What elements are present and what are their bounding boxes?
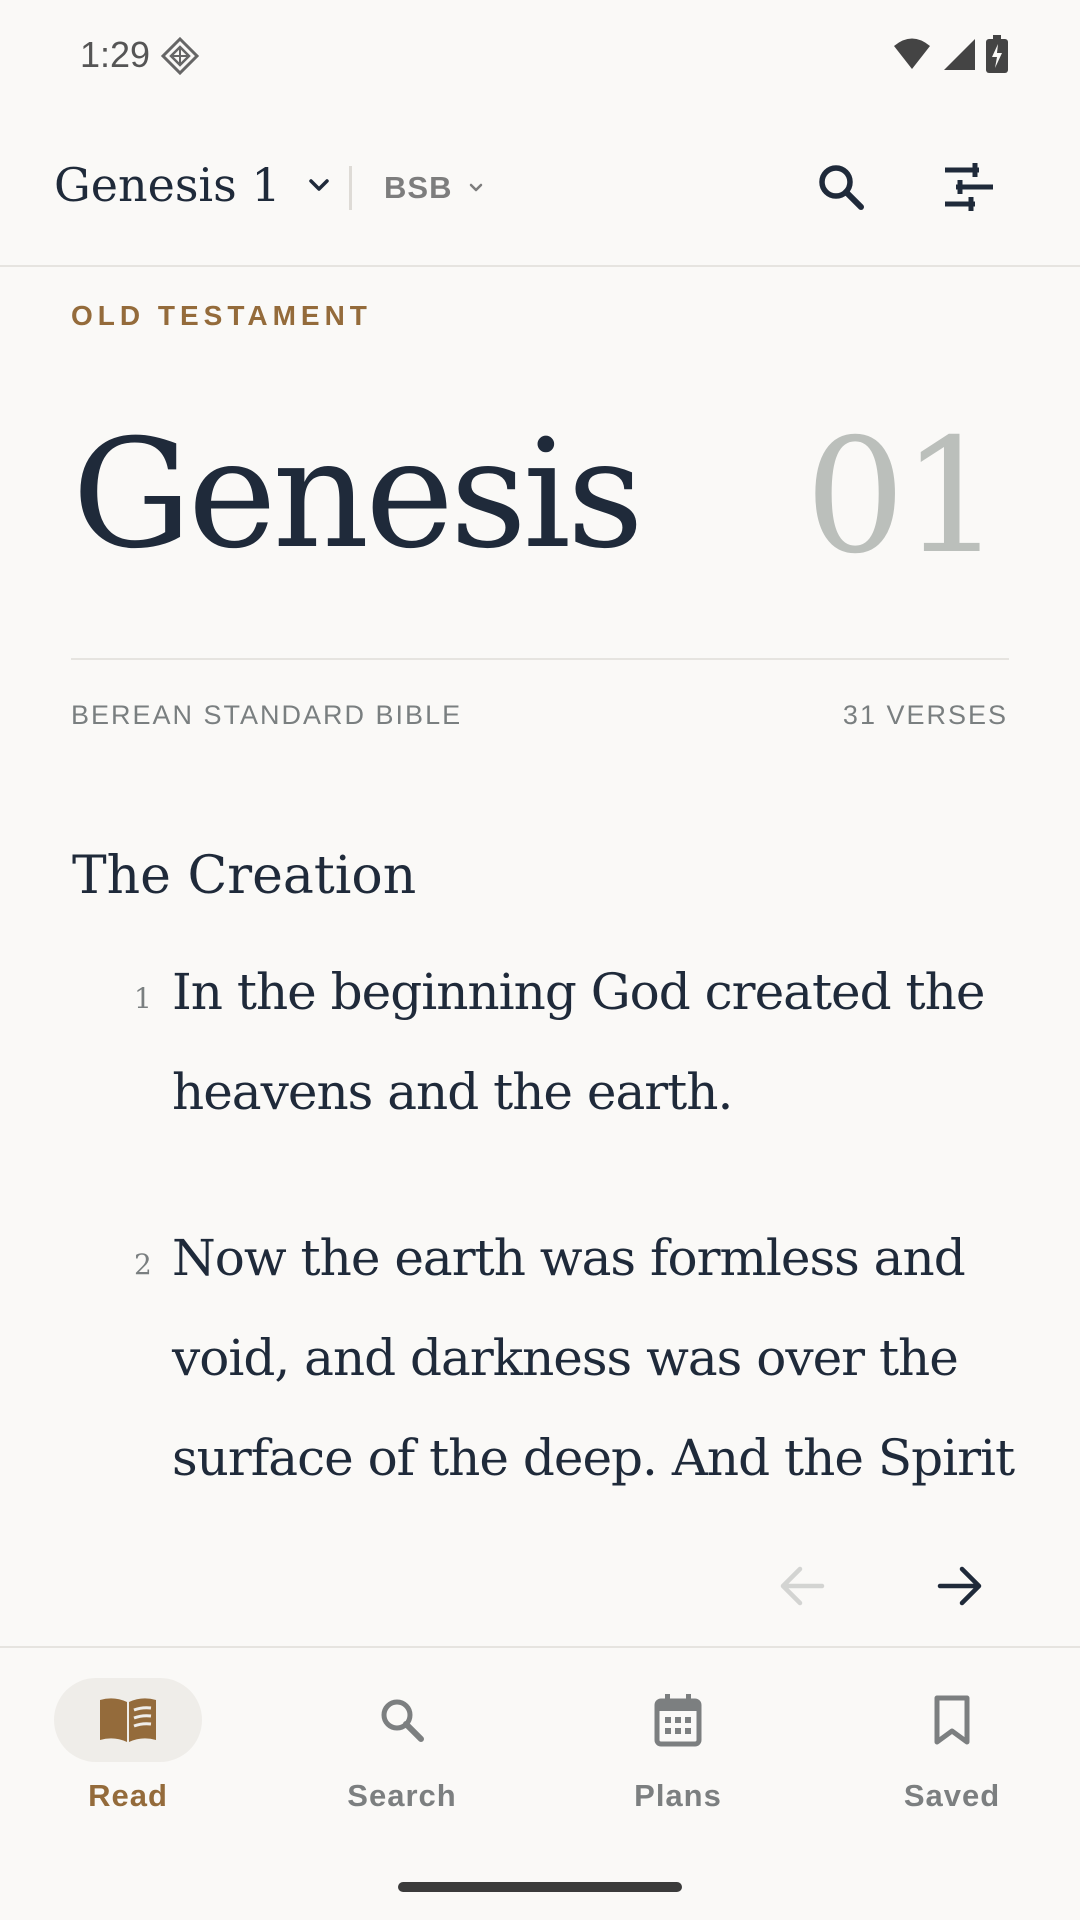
home-indicator[interactable] (398, 1882, 682, 1892)
battery-icon (986, 34, 1008, 78)
next-chapter-button[interactable] (920, 1558, 1000, 1618)
calendar-icon (648, 1690, 708, 1750)
book-title: Genesis (72, 408, 644, 582)
book-icon (98, 1690, 158, 1750)
book-chapter-label: Genesis 1 (54, 158, 281, 212)
translation-label: BSB (384, 170, 453, 205)
signal-icon (942, 37, 976, 76)
chevron-down-icon (305, 171, 333, 199)
search-icon (815, 161, 867, 218)
diamond-icon (160, 36, 200, 76)
nav-label: Search (347, 1778, 457, 1813)
nav-item-plans[interactable]: Plans (580, 1678, 780, 1828)
status-time: 1:29 (80, 34, 151, 75)
status-bar: 1:29 (0, 0, 1080, 110)
translation-selector[interactable]: BSB (384, 170, 486, 206)
previous-chapter-button[interactable] (762, 1558, 842, 1618)
verse-number: 1 (134, 982, 152, 1015)
search-icon (372, 1690, 432, 1750)
nav-label: Plans (634, 1778, 722, 1813)
nav-item-search[interactable]: Search (304, 1678, 504, 1828)
header-divider (71, 658, 1009, 660)
section-heading: The Creation (72, 846, 417, 906)
version-name: BEREAN STANDARD BIBLE (71, 700, 463, 730)
divider (349, 166, 352, 210)
verse-count: 31 VERSES (842, 700, 1008, 730)
arrow-right-icon (936, 1564, 984, 1613)
chapter-number: 01 (804, 405, 1002, 589)
wifi-icon (892, 37, 932, 76)
chevron-down-icon (466, 178, 486, 198)
reader-settings-button[interactable] (934, 154, 1004, 224)
nav-label: Saved (903, 1778, 1001, 1813)
search-button[interactable] (806, 154, 876, 224)
verse-text: Now the earth was formless and void, and… (172, 1229, 1015, 1487)
verse-text: In the beginning God created the heavens… (172, 963, 985, 1121)
bookmark-icon (922, 1690, 982, 1750)
book-chapter-selector[interactable]: Genesis 1 (54, 158, 333, 212)
verse-number: 2 (134, 1248, 152, 1281)
arrow-left-icon (778, 1564, 826, 1613)
bottom-navigation: Read Search Plans Saved (0, 1646, 1080, 1920)
testament-label: OLD TESTAMENT (71, 300, 372, 331)
nav-item-saved[interactable]: Saved (854, 1678, 1054, 1828)
app-bar: Genesis 1 BSB (0, 110, 1080, 267)
nav-item-read[interactable]: Read (30, 1678, 230, 1828)
nav-label: Read (88, 1778, 168, 1813)
tune-icon (943, 161, 995, 218)
